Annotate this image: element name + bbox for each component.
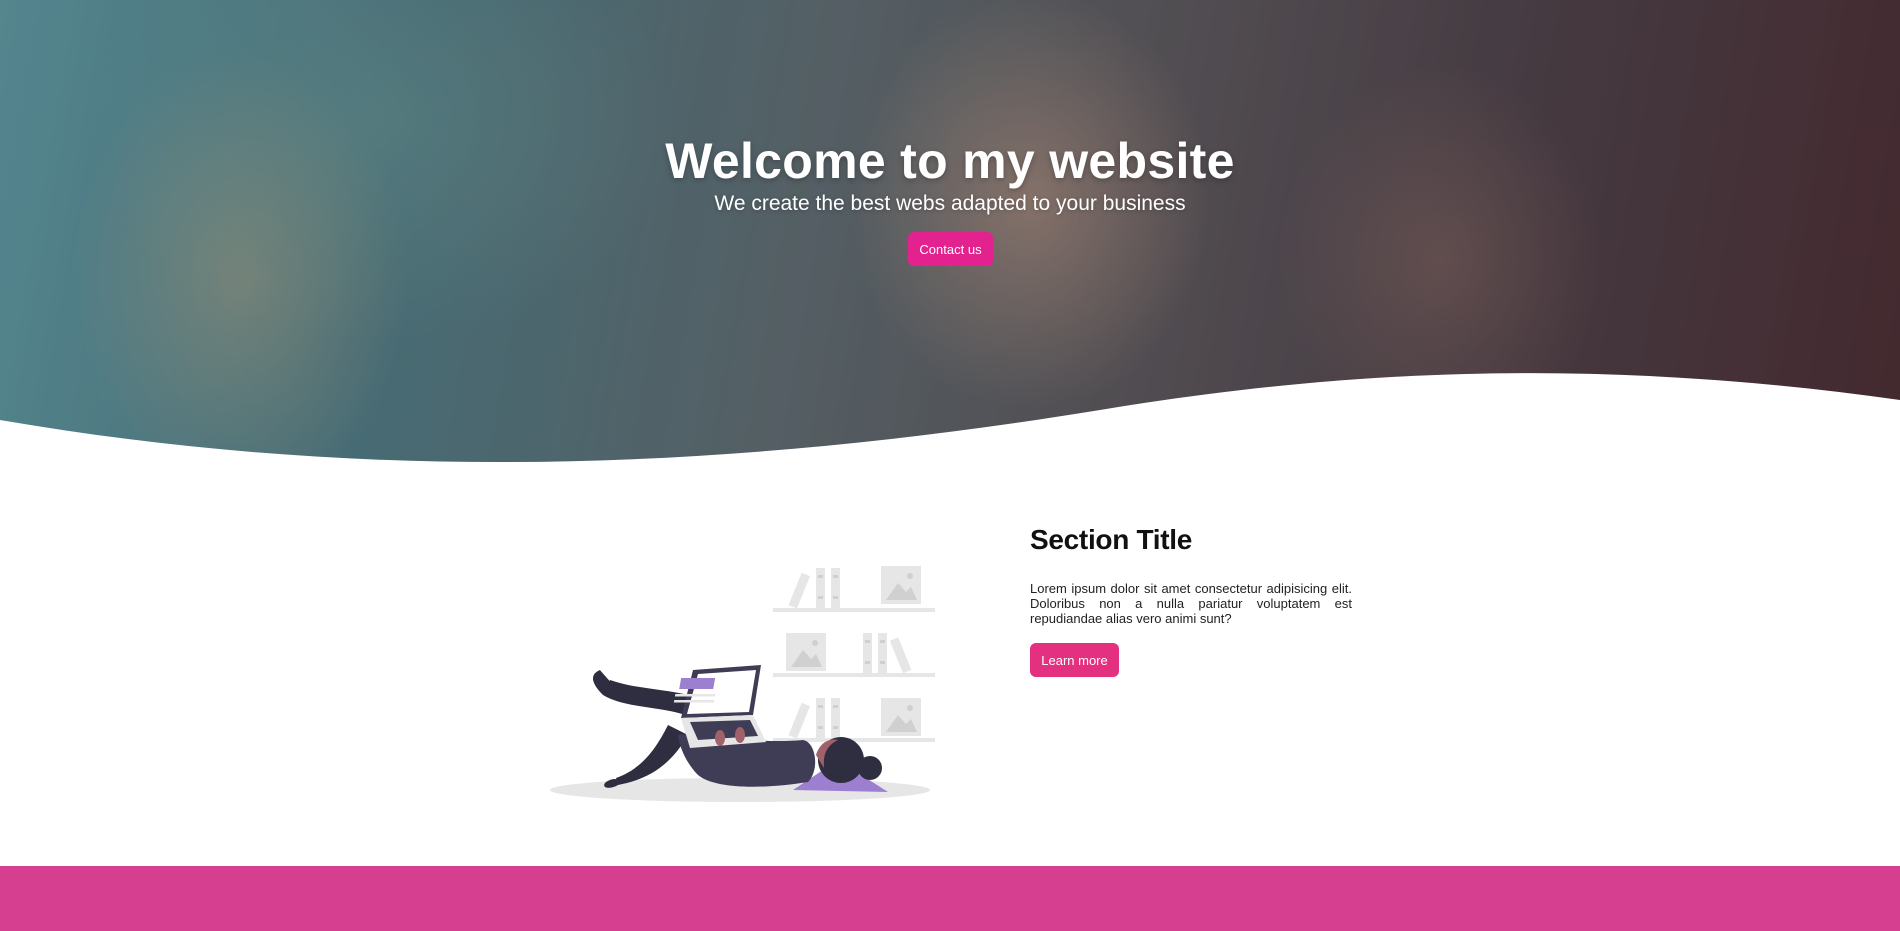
contact-us-button[interactable]: Contact us <box>908 232 993 266</box>
learn-more-button[interactable]: Learn more <box>1030 643 1119 677</box>
person-lying-with-laptop-icon <box>550 566 935 802</box>
hero-wave-divider <box>0 373 1900 470</box>
hero-banner: Welcome to my website We create the best… <box>0 0 1900 470</box>
feature-section: Section Title Lorem ipsum dolor sit amet… <box>0 470 1900 866</box>
section-text-block: Section Title Lorem ipsum dolor sit amet… <box>1030 520 1352 677</box>
hero-title: Welcome to my website <box>665 133 1235 189</box>
section-title: Section Title <box>1030 524 1193 555</box>
hero-subtitle: We create the best webs adapted to your … <box>714 192 1186 215</box>
section-body-text: Lorem ipsum dolor sit amet consectetur a… <box>1030 581 1352 626</box>
footer-bar <box>0 866 1900 931</box>
